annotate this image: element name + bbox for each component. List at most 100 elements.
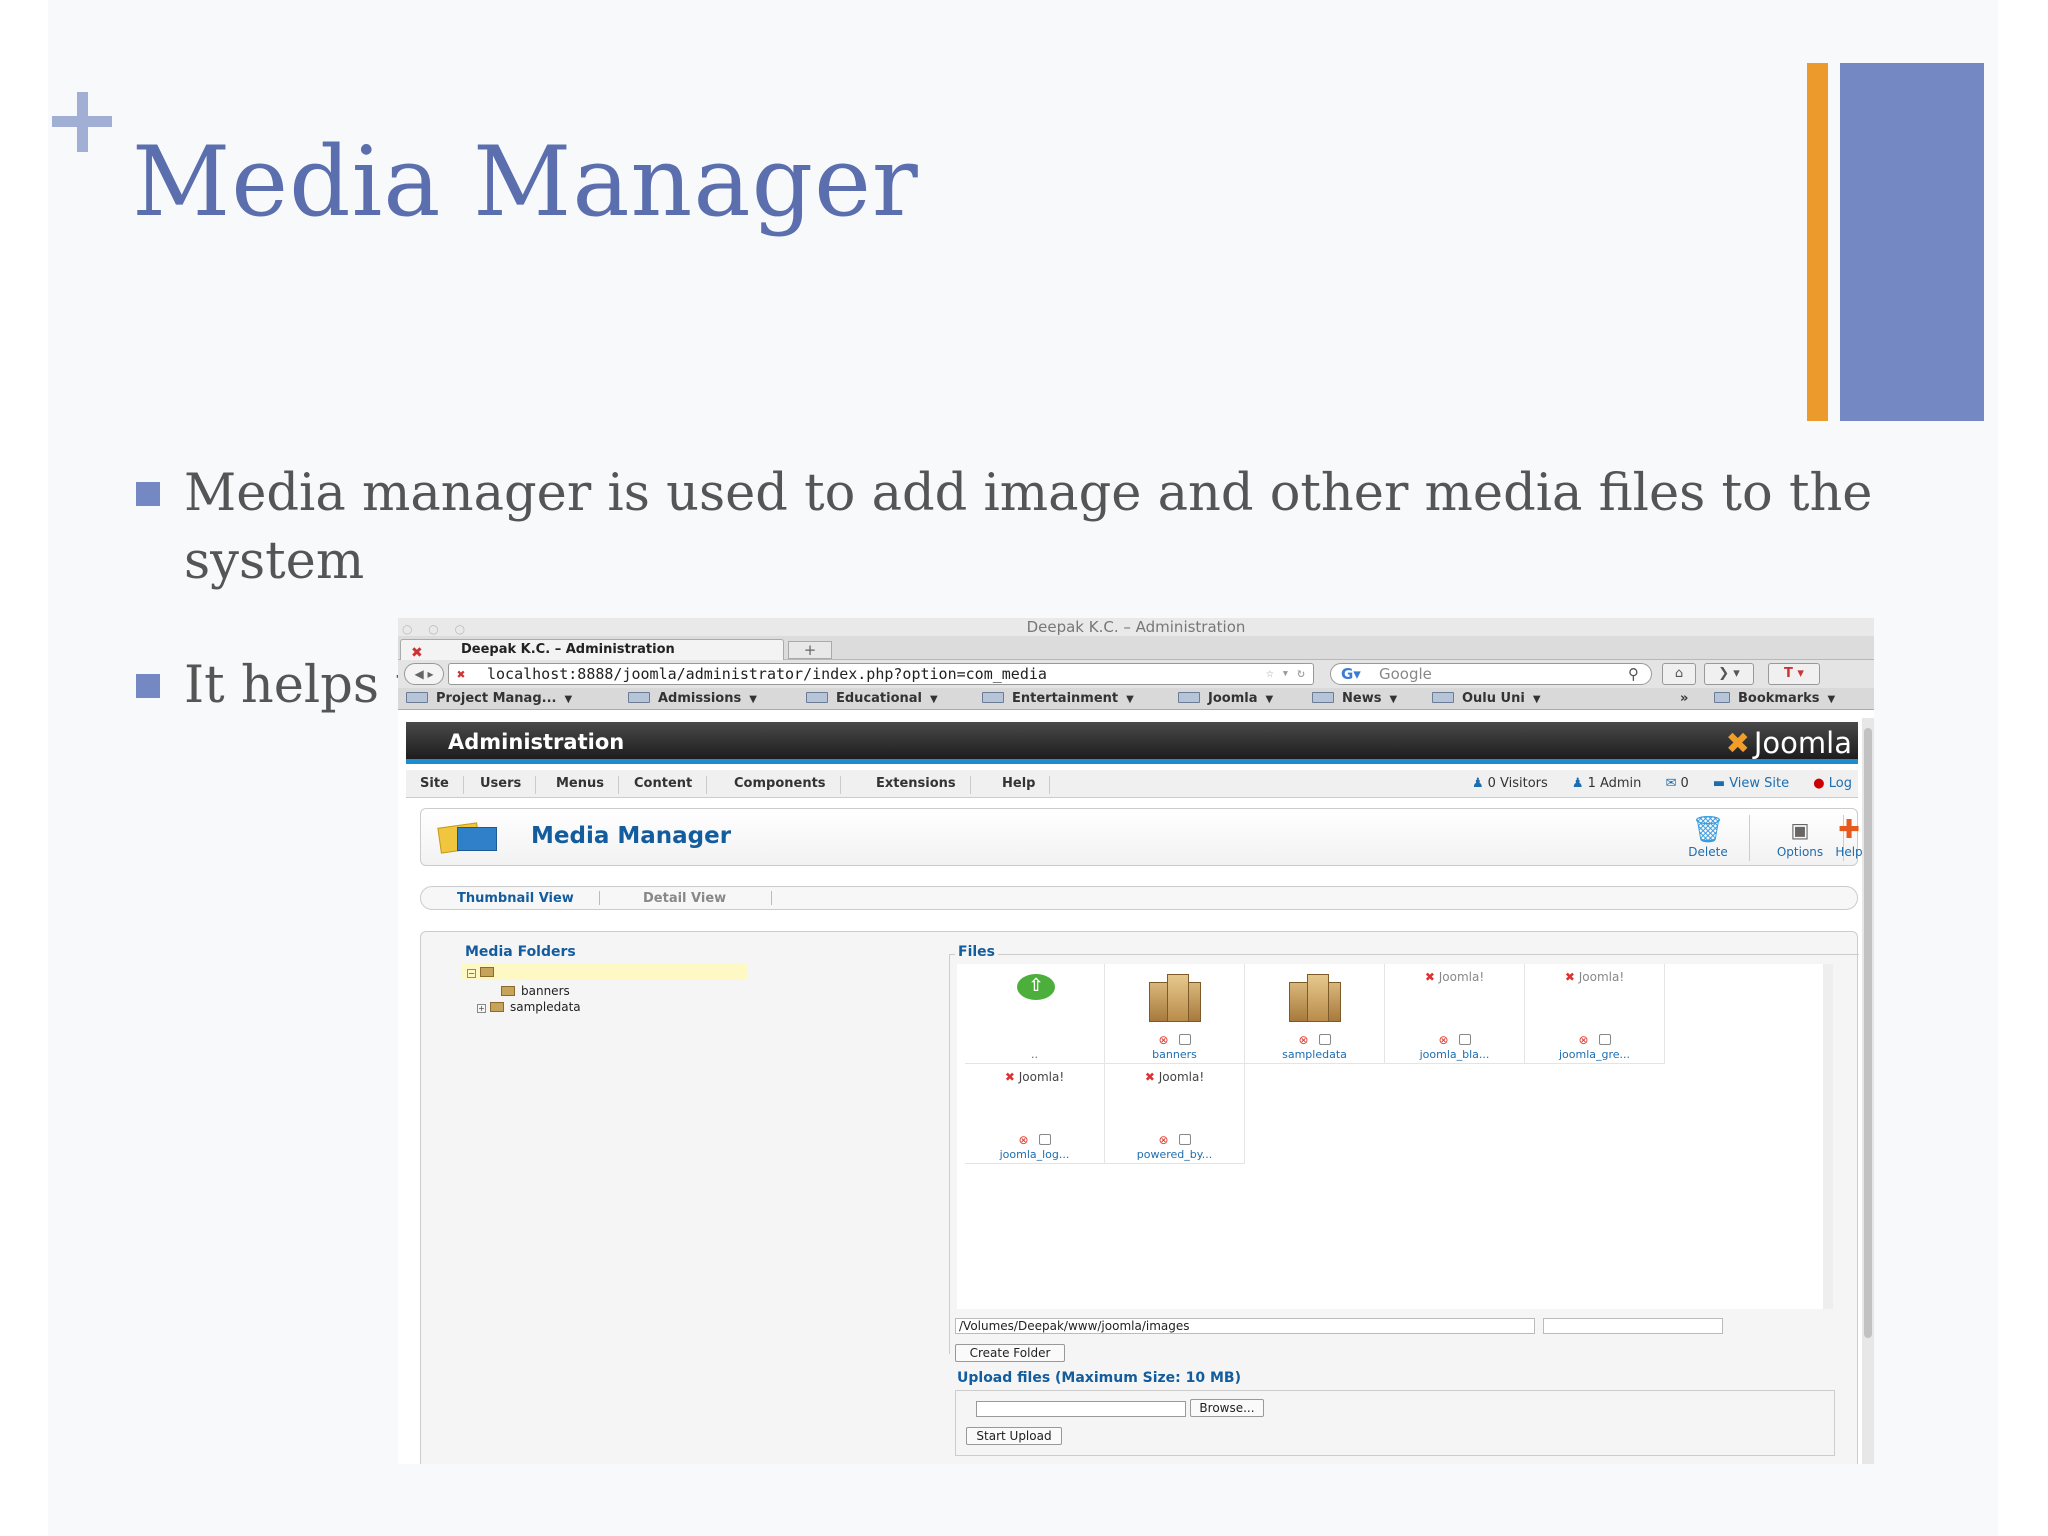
bookmark-folder[interactable]: News ▼ bbox=[1312, 691, 1397, 706]
accent-bar-blue bbox=[1840, 63, 1984, 421]
media-panel: Media Folders − banners + sampledata File… bbox=[420, 931, 1859, 1464]
select-checkbox[interactable] bbox=[1598, 1034, 1611, 1045]
file-item-image[interactable]: ✖ Joomla! ⊗ powered_by... bbox=[1105, 1064, 1245, 1164]
forward-menu-button[interactable]: ❯ ▾ bbox=[1704, 663, 1754, 685]
browse-button[interactable]: Browse... bbox=[1190, 1399, 1264, 1417]
file-item-folder[interactable]: ⊗ sampledata bbox=[1245, 964, 1385, 1064]
address-bar[interactable]: ✖ localhost:8888/joomla/administrator/in… bbox=[448, 663, 1314, 685]
page-scrollbar[interactable] bbox=[1862, 718, 1874, 1464]
bookmark-folder[interactable]: Admissions ▼ bbox=[628, 691, 757, 706]
bullet-square-icon bbox=[136, 674, 160, 698]
menu-site[interactable]: Site bbox=[406, 776, 464, 794]
google-icon: G▾ bbox=[1341, 665, 1361, 683]
folder-icon bbox=[1178, 692, 1200, 703]
tab-detail-view[interactable]: Detail View bbox=[643, 891, 726, 906]
bookmark-folder[interactable]: Entertainment ▼ bbox=[982, 691, 1134, 706]
select-checkbox[interactable] bbox=[1038, 1134, 1051, 1145]
page-title: Media Manager bbox=[531, 823, 732, 849]
delete-icon[interactable]: ⊗ bbox=[1298, 1033, 1308, 1047]
file-name: .. bbox=[1031, 1048, 1038, 1061]
bookmark-folder[interactable]: Joomla ▼ bbox=[1178, 691, 1273, 706]
file-item-up[interactable]: ⇧ .. bbox=[965, 964, 1105, 1064]
slide-title: Media Manager bbox=[132, 126, 919, 238]
file-item-image[interactable]: ✖ Joomla! ⊗ joomla_gre... bbox=[1525, 964, 1665, 1064]
delete-icon[interactable]: ⊗ bbox=[1158, 1133, 1168, 1147]
logout-link[interactable]: ● Log bbox=[1813, 776, 1852, 791]
folder-icon bbox=[1289, 974, 1341, 1024]
bookmark-folder[interactable]: Project Manag... ▼ bbox=[406, 691, 572, 706]
folder-path-field[interactable]: /Volumes/Deepak/www/joomla/images bbox=[955, 1318, 1535, 1334]
scrollbar-thumb[interactable] bbox=[1864, 728, 1872, 1338]
delete-button[interactable]: 🗑 Delete bbox=[1673, 815, 1743, 863]
folder-icon bbox=[480, 967, 494, 977]
tab-title: Deepak K.C. – Administration bbox=[461, 642, 675, 657]
upload-fieldset: Browse... Start Upload bbox=[955, 1390, 1835, 1456]
options-button[interactable]: ▣ Options bbox=[1765, 815, 1835, 863]
file-actions: ⊗ bbox=[1385, 1033, 1524, 1047]
bullet-text: Media manager is used to add image and o… bbox=[184, 464, 1873, 591]
folder-icon bbox=[628, 692, 650, 703]
joomla-thumbnail-icon: ✖ Joomla! bbox=[1564, 970, 1625, 984]
tab-thumbnail-view[interactable]: Thumbnail View bbox=[457, 891, 574, 906]
new-tab-button[interactable]: + bbox=[788, 641, 832, 659]
menu-help[interactable]: Help bbox=[988, 776, 1051, 794]
file-item-image[interactable]: ✖ Joomla! ⊗ joomla_log... bbox=[965, 1064, 1105, 1164]
joomla-logo-icon: ✖ bbox=[1725, 726, 1750, 760]
toolbar-t-button[interactable]: T ▾ bbox=[1768, 663, 1820, 685]
tree-item-sampledata[interactable]: + sampledata bbox=[477, 1000, 581, 1014]
monitor-icon: ▬ bbox=[1712, 776, 1726, 791]
bookmark-star-icon[interactable]: ☆ ▾ ↻ bbox=[1266, 664, 1305, 684]
delete-icon[interactable]: ⊗ bbox=[1018, 1133, 1028, 1147]
messages-status[interactable]: ✉ 0 bbox=[1666, 776, 1689, 791]
joomla-thumbnail-icon: ✖ Joomla! bbox=[1004, 1070, 1065, 1084]
options-icon: ▣ bbox=[1790, 818, 1810, 842]
bookmark-folder[interactable]: Oulu Uni ▼ bbox=[1432, 691, 1541, 706]
browser-tab[interactable]: ✖ Deepak K.C. – Administration bbox=[400, 639, 784, 661]
back-button[interactable]: ◀ ▸ bbox=[404, 663, 444, 685]
bookmarks-menu[interactable]: Bookmarks ▼ bbox=[1714, 691, 1835, 706]
tab-divider bbox=[771, 891, 772, 905]
tree-item-banners[interactable]: banners bbox=[501, 984, 570, 998]
menu-extensions[interactable]: Extensions bbox=[862, 776, 971, 794]
select-checkbox[interactable] bbox=[1178, 1134, 1191, 1145]
status-area: ♟ 0 Visitors ♟ 1 Admin ✉ 0 ▬ View Site ● Log bbox=[1452, 776, 1852, 791]
mail-icon: ✉ bbox=[1665, 776, 1677, 791]
upload-file-input[interactable] bbox=[976, 1401, 1186, 1417]
folder-icon bbox=[490, 1002, 504, 1012]
admin-title: Administration bbox=[448, 730, 625, 754]
files-scrollbar[interactable] bbox=[1823, 964, 1833, 1309]
menu-components[interactable]: Components bbox=[720, 776, 841, 794]
file-name: joomla_gre... bbox=[1558, 1048, 1631, 1061]
folder-icon bbox=[1432, 692, 1454, 703]
select-checkbox[interactable] bbox=[1318, 1034, 1331, 1045]
folder-tree-root[interactable]: − bbox=[461, 964, 747, 980]
bookmark-folder[interactable]: Educational ▼ bbox=[806, 691, 938, 706]
file-name: sampledata bbox=[1282, 1048, 1347, 1061]
file-actions: ⊗ bbox=[1245, 1033, 1384, 1047]
bookmarks-overflow-button[interactable]: » bbox=[1680, 691, 1688, 706]
file-actions: ⊗ bbox=[1105, 1033, 1244, 1047]
select-checkbox[interactable] bbox=[1458, 1034, 1471, 1045]
create-folder-button[interactable]: Create Folder bbox=[955, 1344, 1065, 1362]
start-upload-button[interactable]: Start Upload bbox=[966, 1427, 1062, 1445]
file-item-image[interactable]: ✖ Joomla! ⊗ joomla_bla... bbox=[1385, 964, 1525, 1064]
menu-content[interactable]: Content bbox=[620, 776, 708, 794]
window-titlebar: ○ ○ ○ Deepak K.C. – Administration bbox=[398, 618, 1874, 636]
search-box[interactable]: G▾ Google ⚲ bbox=[1330, 663, 1652, 685]
file-item-folder[interactable]: ⊗ banners bbox=[1105, 964, 1245, 1064]
folder-icon bbox=[806, 692, 828, 703]
joomla-favicon-icon: ✖ bbox=[457, 667, 466, 683]
delete-icon[interactable]: ⊗ bbox=[1578, 1033, 1588, 1047]
delete-icon[interactable]: ⊗ bbox=[1158, 1033, 1168, 1047]
upload-title: Upload files (Maximum Size: 10 MB) bbox=[957, 1370, 1242, 1386]
menu-menus[interactable]: Menus bbox=[542, 776, 620, 794]
bullet-square-icon bbox=[136, 482, 160, 506]
menu-users[interactable]: Users bbox=[466, 776, 537, 794]
view-site-link[interactable]: ▬ View Site bbox=[1713, 776, 1789, 791]
new-folder-name-input[interactable] bbox=[1543, 1318, 1723, 1334]
delete-icon[interactable]: ⊗ bbox=[1438, 1033, 1448, 1047]
select-checkbox[interactable] bbox=[1178, 1034, 1191, 1045]
expand-icon[interactable]: + bbox=[477, 1004, 486, 1013]
search-icon[interactable]: ⚲ bbox=[1628, 664, 1639, 684]
home-button[interactable]: ⌂ bbox=[1662, 663, 1696, 685]
